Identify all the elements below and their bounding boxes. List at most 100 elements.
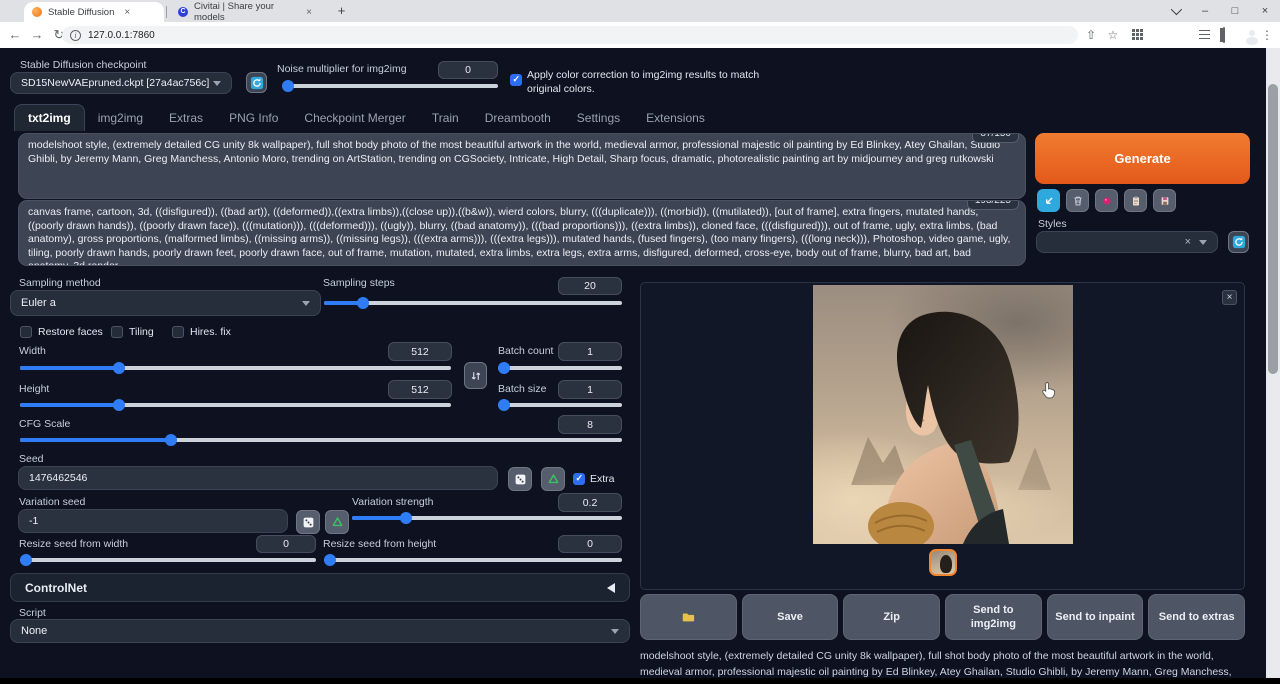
tiling-label: Tiling	[129, 326, 154, 338]
browser-tab-civitai[interactable]: Civitai | Share your models ×	[170, 2, 320, 22]
window-restore-button[interactable]: □	[1220, 0, 1250, 22]
batch-count-value[interactable]: 1	[558, 342, 622, 361]
window-minimize-button[interactable]: –	[1190, 0, 1220, 22]
window-close-button[interactable]: ×	[1250, 0, 1280, 22]
save-style-button[interactable]	[1153, 189, 1176, 212]
tab-settings[interactable]: Settings	[564, 105, 633, 131]
prompt-textarea[interactable]: modelshoot style, (extremely detailed CG…	[18, 133, 1026, 199]
refresh-icon	[1232, 235, 1246, 249]
tab-img2img[interactable]: img2img	[85, 105, 156, 131]
sampling-steps-value[interactable]: 20	[558, 277, 622, 295]
negative-prompt-textarea[interactable]: canvas frame, cartoon, 3d, ((disfigured)…	[18, 200, 1026, 266]
zip-button[interactable]: Zip	[843, 594, 940, 640]
controlnet-accordion[interactable]: ControlNet	[10, 573, 630, 602]
save-icon	[1159, 195, 1171, 207]
width-slider[interactable]	[20, 362, 451, 374]
extra-networks-button[interactable]	[1095, 189, 1118, 212]
extra-seed-checkbox[interactable]	[573, 473, 585, 485]
address-bar[interactable]: i 127.0.0.1:7860	[62, 26, 1078, 44]
height-value[interactable]: 512	[388, 380, 452, 399]
open-folder-button[interactable]	[640, 594, 737, 640]
new-tab-button[interactable]: +	[334, 4, 349, 19]
bookmark-star-icon[interactable]: ☆	[1105, 27, 1121, 43]
send-to-img2img-button[interactable]: Send to img2img	[945, 594, 1042, 640]
color-correction-label: Apply color correction to img2img result…	[527, 68, 772, 96]
refresh-styles-button[interactable]	[1228, 231, 1249, 253]
browser-tab-stable-diffusion[interactable]: Stable Diffusion ×	[24, 2, 164, 22]
variation-strength-value[interactable]: 0.2	[558, 493, 622, 512]
styles-dropdown[interactable]: ×	[1036, 231, 1218, 253]
resize-seed-height-slider[interactable]	[324, 554, 622, 566]
recycle-icon	[547, 473, 560, 486]
profile-avatar[interactable]	[1236, 27, 1252, 43]
noise-multiplier-slider[interactable]	[282, 80, 498, 92]
clear-prompt-button[interactable]	[1066, 189, 1089, 212]
sampling-steps-slider[interactable]	[324, 297, 622, 309]
script-dropdown[interactable]: None	[10, 619, 630, 643]
random-seed-button[interactable]	[508, 467, 532, 491]
side-panel-icon[interactable]	[1216, 27, 1232, 43]
noise-multiplier-value[interactable]: 0	[438, 61, 498, 79]
tab-close-icon[interactable]: ×	[124, 7, 130, 18]
browser-menu-icon[interactable]: ⋮	[1259, 27, 1275, 43]
resize-seed-width-slider[interactable]	[20, 554, 316, 566]
apply-styles-button[interactable]	[1124, 189, 1147, 212]
read-generation-params-button[interactable]	[1037, 189, 1060, 212]
generate-button[interactable]: Generate	[1035, 133, 1250, 184]
tiling-checkbox[interactable]	[111, 326, 123, 338]
reading-list-icon[interactable]	[1196, 27, 1212, 43]
extension-grid-icon[interactable]	[1130, 27, 1146, 43]
width-value[interactable]: 512	[388, 342, 452, 361]
tab-dreambooth[interactable]: Dreambooth	[472, 105, 564, 131]
cfg-scale-value[interactable]: 8	[558, 415, 622, 434]
variation-strength-slider[interactable]	[352, 512, 622, 524]
tab-extras[interactable]: Extras	[156, 105, 216, 131]
swap-dimensions-button[interactable]	[464, 362, 487, 389]
browser-toolbar: ← → ↻ i 127.0.0.1:7860 ⇧ ☆ ⋮	[0, 22, 1280, 48]
site-info-icon[interactable]: i	[70, 30, 81, 41]
refresh-checkpoints-button[interactable]	[246, 72, 267, 93]
checkpoint-dropdown[interactable]: SD15NewVAEpruned.ckpt [27a4ac756c]	[10, 72, 232, 94]
back-icon[interactable]: ←	[6, 26, 24, 44]
window-menu-chevron-icon[interactable]	[1160, 0, 1190, 22]
batch-count-slider[interactable]	[498, 362, 622, 374]
sampling-method-dropdown[interactable]: Euler a	[10, 290, 321, 316]
batch-size-slider[interactable]	[498, 399, 622, 411]
restore-faces-checkbox[interactable]	[20, 326, 32, 338]
scrollbar-thumb[interactable]	[1268, 84, 1278, 374]
batch-size-value[interactable]: 1	[558, 380, 622, 399]
seed-input[interactable]: 1476462546	[18, 466, 498, 490]
variation-seed-input[interactable]: -1	[18, 509, 288, 533]
prompt-tool-buttons	[1037, 189, 1176, 212]
tab-extensions[interactable]: Extensions	[633, 105, 718, 131]
send-to-extras-button[interactable]: Send to extras	[1148, 594, 1245, 640]
tab-close-icon[interactable]: ×	[306, 7, 312, 18]
share-icon[interactable]: ⇧	[1083, 27, 1099, 43]
dice-icon	[302, 516, 315, 529]
page-scrollbar[interactable]	[1266, 48, 1280, 684]
extensions-puzzle-icon[interactable]	[1175, 27, 1191, 43]
resize-seed-height-value[interactable]: 0	[558, 535, 622, 553]
browser-tab-strip: Stable Diffusion × Civitai | Share your …	[0, 0, 1280, 22]
hires-fix-checkbox[interactable]	[172, 326, 184, 338]
random-variation-seed-button[interactable]	[296, 510, 320, 534]
tab-train[interactable]: Train	[419, 105, 472, 131]
tab-png-info[interactable]: PNG Info	[216, 105, 291, 131]
save-button[interactable]: Save	[742, 594, 839, 640]
color-correction-checkbox[interactable]	[510, 74, 522, 86]
height-slider[interactable]	[20, 399, 451, 411]
clear-styles-icon[interactable]: ×	[1185, 236, 1191, 248]
forward-icon[interactable]: →	[28, 26, 46, 44]
extension-blue-icon[interactable]	[1153, 27, 1169, 43]
mouse-cursor	[1041, 381, 1057, 399]
close-gallery-icon[interactable]: ×	[1222, 290, 1237, 305]
send-to-inpaint-button[interactable]: Send to inpaint	[1047, 594, 1144, 640]
reuse-seed-button[interactable]	[541, 467, 565, 491]
tab-txt2img[interactable]: txt2img	[14, 104, 85, 131]
reuse-variation-seed-button[interactable]	[325, 510, 349, 534]
tab-checkpoint-merger[interactable]: Checkpoint Merger	[291, 105, 418, 131]
cfg-scale-slider[interactable]	[20, 434, 622, 446]
resize-seed-width-value[interactable]: 0	[256, 535, 316, 553]
generated-image[interactable]	[813, 285, 1073, 544]
gallery-thumbnail[interactable]	[929, 549, 957, 576]
